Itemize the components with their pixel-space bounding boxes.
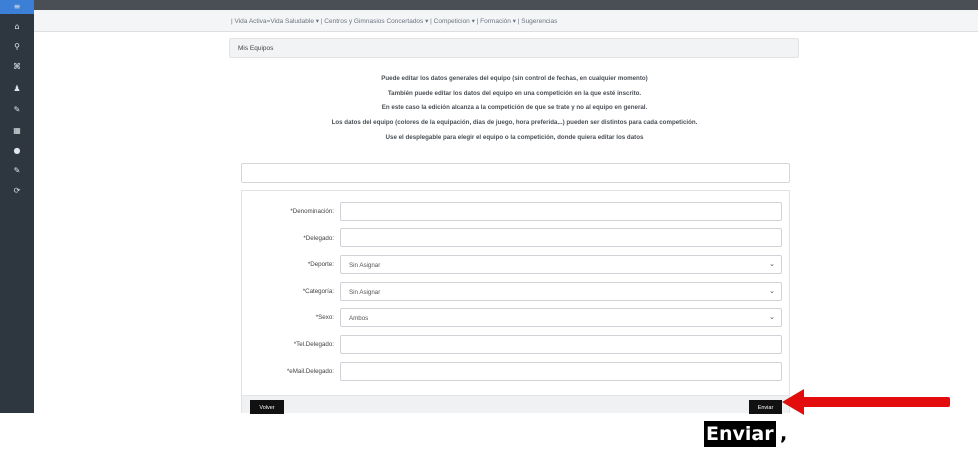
left-sidebar: ≡ ⌂ ⚲ ⌘ ♟ ✎ ▦ ● ✎ ⟳ [0, 0, 34, 413]
sidebar-menu-button[interactable]: ≡ [0, 0, 34, 14]
form-footer: Volver Enviar [242, 395, 789, 414]
info-line: Los datos del equipo (colores de la equi… [331, 119, 698, 126]
home-icon[interactable]: ⌂ [0, 22, 34, 32]
denominacion-label: *Denominación: [290, 208, 334, 215]
delegado-input[interactable] [340, 228, 782, 247]
nav-links[interactable]: | Vida Activa=Vida Saludable ▾ | Centros… [231, 17, 557, 25]
deporte-select[interactable]: Sin Asignar ⌄ [340, 255, 782, 274]
volver-button[interactable]: Volver [250, 400, 284, 414]
categoria-value: Sin Asignar [349, 289, 381, 296]
team-form: *Denominación: *Delegado: *Deporte: Sin … [241, 190, 790, 414]
settings-icon[interactable]: ● [0, 146, 34, 156]
enviar-callout-label: Enviar [704, 421, 776, 447]
info-line: Puede editar los datos generales del equ… [381, 75, 648, 82]
menu-icon[interactable]: ≡ [0, 2, 34, 12]
pencil-icon[interactable]: ✎ [0, 105, 34, 115]
sexo-value: Ambos [349, 315, 369, 322]
team-competition-select[interactable] [241, 163, 790, 183]
info-line: También puede editar los datos del equip… [387, 90, 642, 97]
denominacion-input[interactable] [340, 202, 782, 221]
network-icon[interactable]: ⌘ [0, 62, 34, 72]
page-title: Mis Equipos [238, 45, 274, 52]
email-delegado-label: *eMail.Delegado: [286, 368, 334, 375]
categoria-select[interactable]: Sin Asignar ⌄ [340, 282, 782, 301]
tel-delegado-input[interactable] [340, 335, 782, 354]
sexo-select[interactable]: Ambos ⌄ [340, 308, 782, 327]
annotation-arrow-shaft [800, 397, 950, 407]
tel-delegado-label: *Tel.Delegado: [293, 341, 334, 348]
info-line: En este caso la edición alcanza a la com… [381, 104, 648, 111]
edit-icon[interactable]: ✎ [0, 166, 34, 176]
top-navigation: | Vida Activa=Vida Saludable ▾ | Centros… [34, 10, 978, 32]
categoria-label: *Categoría: [302, 288, 334, 295]
sexo-label: *Sexo: [315, 314, 334, 321]
top-strip [34, 0, 978, 10]
delegado-label: *Delegado: [303, 235, 334, 242]
chevron-down-icon: ⌄ [769, 260, 775, 268]
email-delegado-input[interactable] [340, 362, 782, 381]
enviar-button[interactable]: Enviar [749, 400, 782, 414]
deporte-label: *Deporte: [307, 261, 334, 268]
info-line: Use el desplegable para elegir el equipo… [385, 134, 644, 141]
search-icon[interactable]: ⚲ [0, 42, 34, 52]
logout-icon[interactable]: ⟳ [0, 186, 34, 196]
callout-comma: , [780, 423, 788, 445]
page-title-bar: Mis Equipos [229, 38, 799, 58]
grid-icon[interactable]: ▦ [0, 126, 34, 136]
user-icon[interactable]: ♟ [0, 84, 34, 94]
deporte-value: Sin Asignar [349, 262, 381, 269]
info-panel: Puede editar los datos generales del equ… [233, 64, 796, 160]
chevron-down-icon: ⌄ [769, 313, 775, 321]
chevron-down-icon: ⌄ [769, 287, 775, 295]
